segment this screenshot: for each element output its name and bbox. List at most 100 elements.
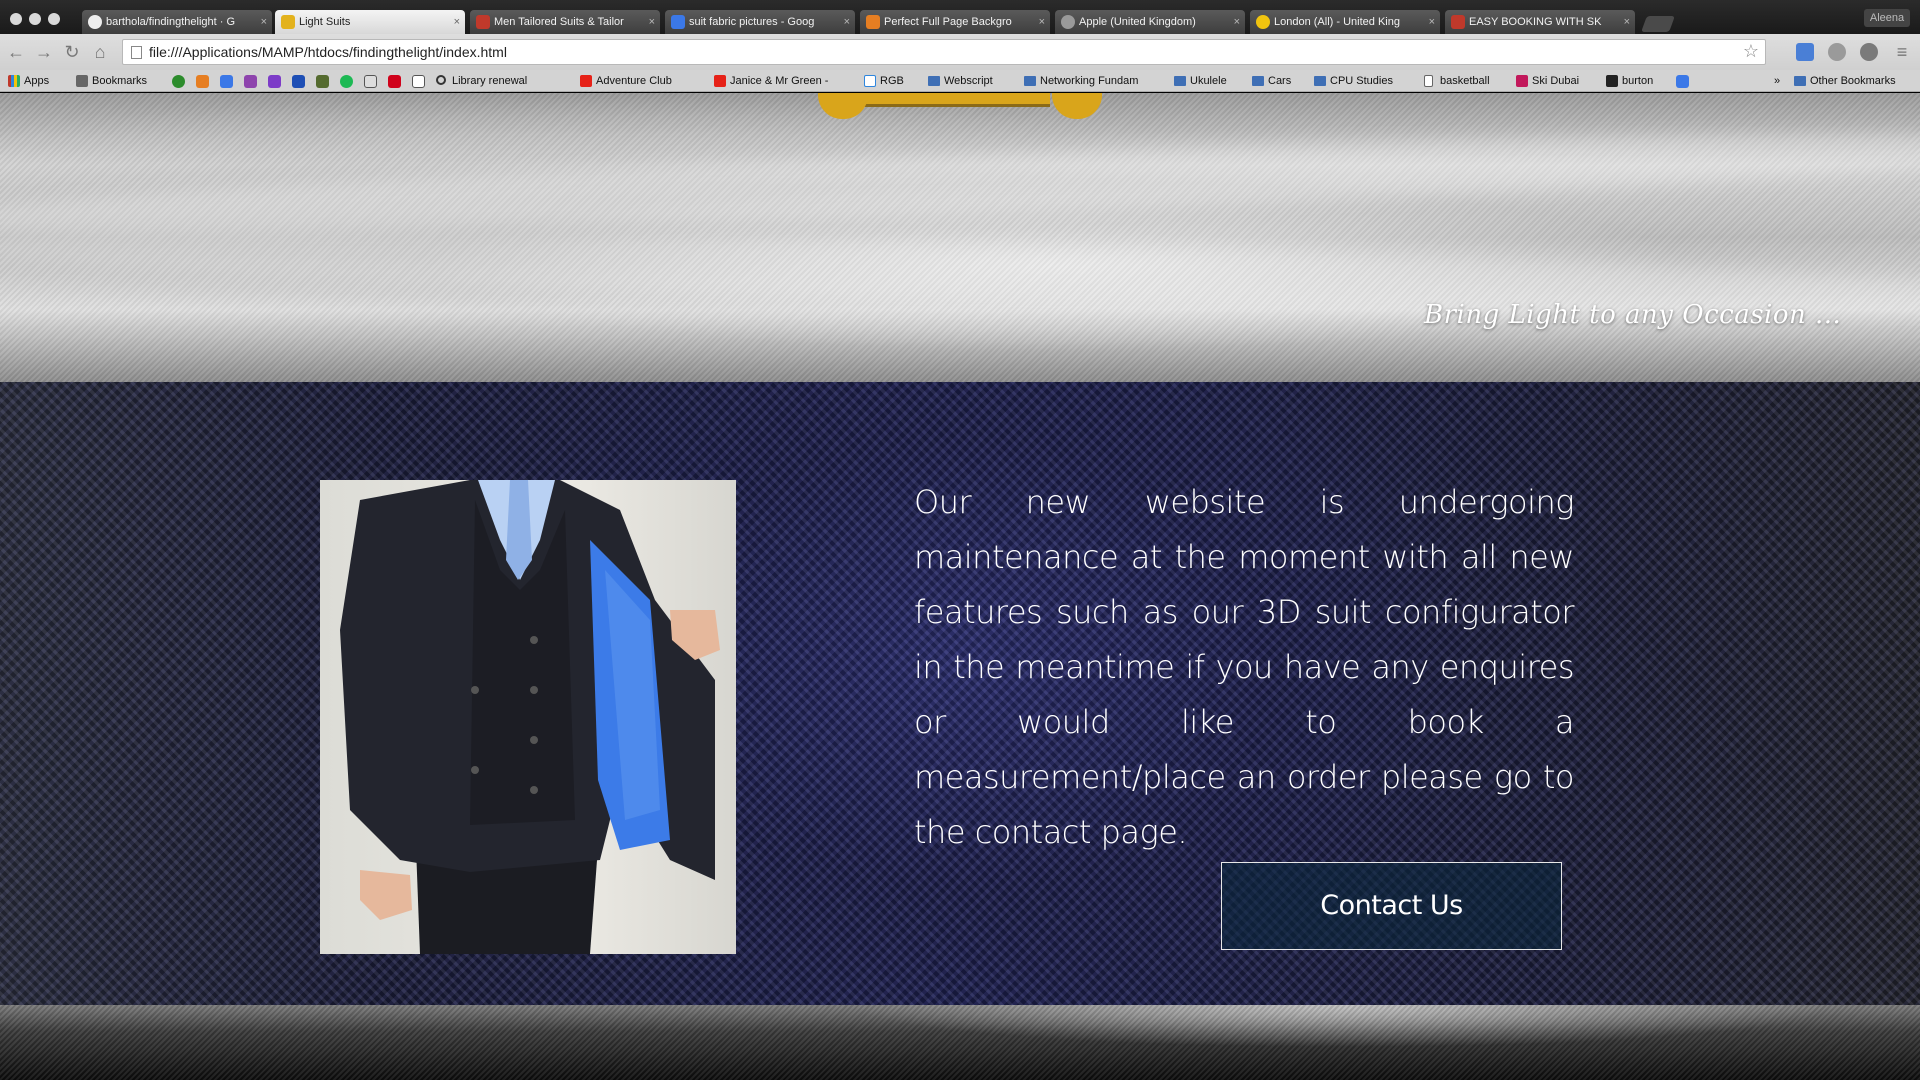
bookmark-purple-icon[interactable] <box>268 75 281 88</box>
bookmark-red-icon[interactable] <box>388 75 401 88</box>
zoom-window-icon[interactable] <box>48 13 60 25</box>
extension-icon[interactable] <box>1828 43 1846 61</box>
bookmark-orange-icon[interactable] <box>196 75 209 88</box>
tab-google-search[interactable]: suit fabric pictures - Goog × <box>665 10 855 34</box>
bookmark-tool-icon[interactable] <box>1676 75 1689 88</box>
folder-icon <box>1314 76 1326 86</box>
close-tab-icon[interactable]: × <box>454 10 460 34</box>
back-arrow-icon[interactable]: ← <box>6 42 26 62</box>
bookmark-folder-ukulele[interactable]: Ukulele <box>1174 70 1227 92</box>
folder-icon <box>1174 76 1186 86</box>
bookmark-folder-cpu-studies[interactable]: CPU Studies <box>1314 70 1393 92</box>
bookmark-ski-dubai[interactable]: Ski Dubai <box>1516 70 1579 92</box>
bookmark-folder-other[interactable]: Other Bookmarks <box>1794 70 1896 92</box>
tab-strip: barthola/findingthelight · G × Light Suit… <box>0 0 1920 34</box>
close-tab-icon[interactable]: × <box>1624 10 1630 34</box>
bookmark-label: CPU Studies <box>1330 75 1393 87</box>
bookmark-label: basketball <box>1440 75 1490 87</box>
bookmark-label: burton <box>1622 75 1654 87</box>
bookmark-folder-networking[interactable]: Networking Fundam <box>1024 70 1138 92</box>
close-window-icon[interactable] <box>10 13 22 25</box>
tailor-favicon-icon <box>476 15 490 29</box>
bookmark-label: Library renewal <box>452 75 528 87</box>
translate-extension-icon[interactable] <box>1796 43 1814 61</box>
bookmark-link-icon[interactable] <box>364 75 377 88</box>
document-icon <box>1424 75 1433 87</box>
tagline: Bring Light to any Occasion ... <box>1424 300 1842 330</box>
youtube-icon <box>580 75 592 87</box>
tab-london[interactable]: London (All) - United King × <box>1250 10 1440 34</box>
logo-base <box>850 93 1050 107</box>
bookmark-bookmarks[interactable]: Bookmarks <box>76 70 147 92</box>
menu-icon[interactable]: ≡ <box>1892 42 1912 62</box>
tab-title: Light Suits <box>299 16 351 28</box>
tab-backgrounds[interactable]: Perfect Full Page Backgro × <box>860 10 1050 34</box>
close-tab-icon[interactable]: × <box>1429 10 1435 34</box>
tab-github[interactable]: barthola/findingthelight · G × <box>82 10 272 34</box>
bookmark-label: Ukulele <box>1190 75 1227 87</box>
close-tab-icon[interactable]: × <box>649 10 655 34</box>
bookmark-star-icon[interactable]: ☆ <box>1743 41 1759 62</box>
spotify-icon[interactable] <box>340 75 353 88</box>
bookmark-shield-white-icon[interactable] <box>412 75 425 88</box>
new-tab-button[interactable] <box>1641 16 1675 32</box>
bookmarks-bar: Apps Bookmarks Library renewal Adventure… <box>0 70 1920 92</box>
page-icon <box>131 46 142 59</box>
bookmark-blue-icon[interactable] <box>220 75 233 88</box>
contact-us-button[interactable]: Contact Us <box>1221 862 1562 950</box>
bookmark-library-renewal[interactable]: Library renewal <box>436 70 527 92</box>
footer-fabric-band <box>0 1005 1920 1080</box>
tab-title: EASY BOOKING WITH SK <box>1469 16 1602 28</box>
suit-illustration <box>340 480 720 954</box>
close-tab-icon[interactable]: × <box>261 10 267 34</box>
bookmark-clapper-icon[interactable] <box>244 75 257 88</box>
tab-title: suit fabric pictures - Goog <box>689 16 815 28</box>
reload-icon[interactable]: ↻ <box>62 42 82 62</box>
browser-toolbar: ← → ↻ ⌂ file:///Applications/MAMP/htdocs… <box>0 34 1920 70</box>
light-suits-favicon-icon <box>281 15 295 29</box>
minimize-window-icon[interactable] <box>29 13 41 25</box>
folder-icon <box>1794 76 1806 86</box>
bookmarks-icon <box>76 75 88 87</box>
extension-off-icon[interactable] <box>1860 43 1878 61</box>
document-icon <box>864 75 876 87</box>
forward-arrow-icon[interactable]: → <box>34 42 54 62</box>
bookmark-u-icon[interactable] <box>292 75 305 88</box>
bookmark-label: RGB <box>880 75 904 87</box>
bookmark-apps[interactable]: Apps <box>8 70 49 92</box>
ski-dubai-icon <box>1516 75 1528 87</box>
search-icon <box>436 75 446 85</box>
bookmark-basketball[interactable]: basketball <box>1424 70 1490 92</box>
css-tricks-icon <box>866 15 880 29</box>
tab-tailored-suits[interactable]: Men Tailored Suits & Tailor × <box>470 10 660 34</box>
tab-apple[interactable]: Apple (United Kingdom) × <box>1055 10 1245 34</box>
close-tab-icon[interactable]: × <box>844 10 850 34</box>
bookmark-folder-cars[interactable]: Cars <box>1252 70 1291 92</box>
main-section: Our new website is undergoing maintenanc… <box>0 382 1920 1005</box>
folder-icon <box>1252 76 1264 86</box>
profile-button[interactable]: Aleena <box>1864 9 1910 27</box>
github-icon <box>88 15 102 29</box>
suit-photo <box>320 480 736 954</box>
bookmarks-overflow-chevron-icon[interactable]: » <box>1774 70 1780 92</box>
bookmark-janice[interactable]: Janice & Mr Green - <box>714 70 828 92</box>
bookmark-rgb[interactable]: RGB <box>864 70 904 92</box>
folder-icon <box>928 76 940 86</box>
apple-icon <box>1061 15 1075 29</box>
tab-light-suits[interactable]: Light Suits × <box>275 10 465 34</box>
tab-ski-booking[interactable]: EASY BOOKING WITH SK × <box>1445 10 1635 34</box>
maintenance-message: Our new website is undergoing maintenanc… <box>914 483 1575 851</box>
url-text[interactable]: file:///Applications/MAMP/htdocs/finding… <box>149 40 507 64</box>
bookmark-adventure-club[interactable]: Adventure Club <box>580 70 672 92</box>
address-bar[interactable]: file:///Applications/MAMP/htdocs/finding… <box>122 39 1766 65</box>
bookmark-folder-webscript[interactable]: Webscript <box>928 70 993 92</box>
bookmark-green-icon[interactable] <box>172 75 185 88</box>
close-tab-icon[interactable]: × <box>1039 10 1045 34</box>
page-viewport: Bring Light to any Occasion ... Our new … <box>0 93 1920 1080</box>
bookmark-burton[interactable]: burton <box>1606 70 1653 92</box>
home-icon[interactable]: ⌂ <box>90 42 110 62</box>
hero-banner: Bring Light to any Occasion ... <box>0 93 1920 382</box>
close-tab-icon[interactable]: × <box>1234 10 1240 34</box>
bookmark-shield-icon[interactable] <box>316 75 329 88</box>
bookmark-label: Adventure Club <box>596 75 672 87</box>
